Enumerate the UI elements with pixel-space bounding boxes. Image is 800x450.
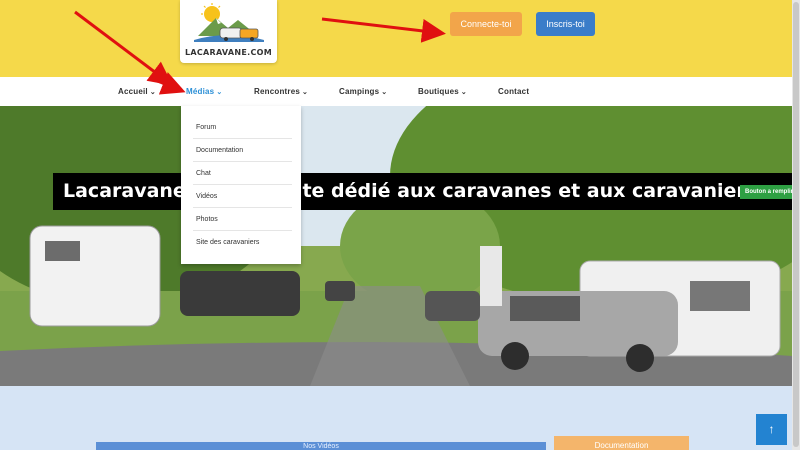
nav-item-label: Campings	[339, 87, 380, 96]
connect-button[interactable]: Connecte-toi	[450, 12, 522, 36]
chevron-down-icon: ⌄	[149, 89, 156, 96]
scrollbar-thumb[interactable]	[793, 2, 799, 447]
documentation-card[interactable]: Documentation	[554, 436, 689, 450]
nav-item-label: Boutiques	[418, 87, 459, 96]
nav-item-boutiques[interactable]: Boutiques ⌄	[418, 77, 467, 106]
page-scrollbar[interactable]	[792, 0, 800, 450]
nav-item-rencontres[interactable]: Rencontres ⌄	[254, 77, 308, 106]
nav-item-medias[interactable]: Médias ⌄	[186, 77, 222, 106]
logo-illustration-icon	[194, 3, 264, 42]
dropdown-item-photos[interactable]: Photos	[193, 208, 292, 231]
signup-button[interactable]: Inscris-toi	[536, 12, 595, 36]
chevron-down-icon: ⌄	[302, 89, 309, 96]
chevron-down-icon: ⌄	[216, 89, 223, 96]
dropdown-item-documentation[interactable]: Documentation	[193, 139, 292, 162]
chevron-down-icon: ⌄	[381, 89, 388, 96]
dropdown-item-videos[interactable]: Vidéos	[193, 185, 292, 208]
hero-title: Lacaravane.com, un site dédié aux carava…	[53, 173, 792, 210]
nav-item-label: Médias	[186, 87, 215, 96]
hero-photo	[0, 106, 792, 386]
dropdown-item-chat[interactable]: Chat	[193, 162, 292, 185]
nav-item-campings[interactable]: Campings ⌄	[339, 77, 387, 106]
hero-banner	[0, 106, 792, 386]
header-bar: LACARAVANE.COM Connecte-toi Inscris-toi	[0, 0, 792, 77]
videos-card[interactable]: Nos Vidéos	[96, 442, 546, 450]
site-logo[interactable]: LACARAVANE.COM	[180, 0, 277, 63]
hero-badge-button[interactable]: Bouton a remplir	[740, 185, 792, 199]
main-nav: Accueil ⌄ Médias ⌄ Rencontres ⌄ Campings ⌄ B…	[0, 77, 792, 106]
nav-item-label: Accueil	[118, 87, 148, 96]
dropdown-item-site-des-caravaniers[interactable]: Site des caravaniers	[193, 231, 292, 254]
scroll-to-top-button[interactable]: ↑	[756, 414, 787, 445]
medias-dropdown-menu: Forum Documentation Chat Vidéos Photos S…	[181, 106, 301, 264]
nav-item-label: Rencontres	[254, 87, 301, 96]
logo-text: LACARAVANE.COM	[184, 48, 273, 57]
nav-item-label: Contact	[498, 87, 530, 96]
chevron-down-icon: ⌄	[460, 89, 467, 96]
nav-item-accueil[interactable]: Accueil ⌄	[118, 77, 156, 106]
dropdown-item-forum[interactable]: Forum	[193, 116, 292, 139]
nav-item-contact[interactable]: Contact	[498, 77, 529, 106]
